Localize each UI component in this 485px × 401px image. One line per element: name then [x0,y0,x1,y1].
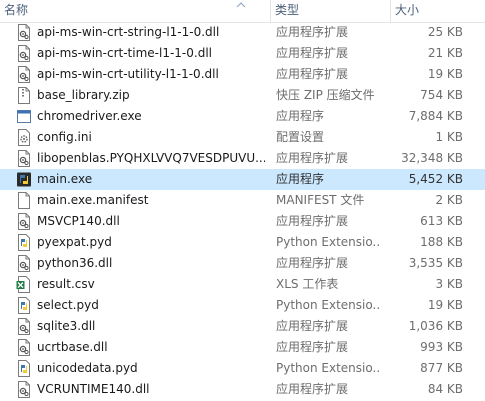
sort-ascending-icon [236,2,246,8]
file-name: base_library.zip [37,88,130,102]
file-name: VCRUNTIME140.dll [37,382,150,396]
file-type: 配置设置 [276,130,325,144]
dll-icon [16,381,32,398]
file-type: 应用程序扩展 [276,340,349,354]
file-row[interactable]: api-ms-win-crt-string-l1-1-0.dll 应用程序扩展 25… [0,22,485,43]
dll-icon [16,66,32,83]
python-exe-icon [16,171,32,188]
column-header-size-label: 大小 [395,3,420,17]
file-name: pyexpat.pyd [37,235,112,249]
file-size: 21 KB [427,46,463,60]
file-name: chromedriver.exe [37,109,142,123]
file-type: 应用程序扩展 [276,319,349,333]
file-row[interactable]: main.exe.manifest MANIFEST 文件 2 KB [0,190,485,211]
column-header-name-label: 名称 [4,3,29,17]
dll-icon [16,213,32,230]
file-size: 5,452 KB [408,172,463,186]
file-name: libopenblas.PYQHXLVVQ7VESDPUVU... [37,151,265,165]
column-header-name[interactable]: 名称 [0,0,270,22]
file-list: api-ms-win-crt-string-l1-1-0.dll 应用程序扩展 25… [0,22,485,400]
file-name: sqlite3.dll [37,319,96,333]
file-type: 应用程序扩展 [276,214,349,228]
file-name: api-ms-win-crt-time-l1-1-0.dll [37,46,212,60]
file-name: python36.dll [37,256,113,270]
file-type: 应用程序扩展 [276,67,349,81]
file-type: MANIFEST 文件 [276,193,365,207]
file-type: Python Extensio... [276,298,380,312]
dll-icon [16,24,32,41]
file-size: 84 KB [427,382,463,396]
file-row[interactable]: select.pyd Python Extensio... 19 KB [0,295,485,316]
file-size: 877 KB [420,361,463,375]
file-row[interactable]: ucrtbase.dll 应用程序扩展 993 KB [0,337,485,358]
file-type: 应用程序 [276,109,325,123]
dll-icon [16,318,32,335]
file-type: Python Extensio... [276,361,380,375]
file-row[interactable]: pyexpat.pyd Python Extensio... 188 KB [0,232,485,253]
zip-icon [16,87,32,104]
file-type: 应用程序扩展 [276,382,349,396]
file-type: XLS 工作表 [276,277,339,291]
file-name: MSVCP140.dll [37,214,120,228]
file-name: config.ini [37,130,92,144]
file-size: 19 KB [427,67,463,81]
column-header-bar: 名称 类型 大小 [0,0,485,23]
column-header-type-label: 类型 [275,3,300,17]
file-row[interactable]: chromedriver.exe 应用程序 7,884 KB [0,106,485,127]
file-size: 32,348 KB [401,151,463,165]
file-size: 1 KB [435,130,463,144]
file-type: 应用程序扩展 [276,256,349,270]
column-header-size[interactable]: 大小 [390,0,485,22]
dll-icon [16,255,32,272]
file-name: api-ms-win-crt-utility-l1-1-0.dll [37,67,219,81]
file-name: api-ms-win-crt-string-l1-1-0.dll [37,25,220,39]
dll-icon [16,45,32,62]
file-size: 1,036 KB [408,319,463,333]
column-header-type[interactable]: 类型 [270,0,390,22]
file-row[interactable]: libopenblas.PYQHXLVVQ7VESDPUVU... 应用程序扩展 3… [0,148,485,169]
exe-icon [16,108,32,125]
file-size: 19 KB [427,298,463,312]
file-row[interactable]: result.csv XLS 工作表 3 KB [0,274,485,295]
file-row[interactable]: main.exe 应用程序 5,452 KB [0,169,485,190]
ini-icon [16,129,32,146]
dll-icon [16,339,32,356]
file-row[interactable]: VCRUNTIME140.dll 应用程序扩展 84 KB [0,379,485,400]
file-icon [16,192,32,209]
file-name: select.pyd [37,298,99,312]
file-type: 快压 ZIP 压缩文件 [276,88,375,102]
file-size: 3 KB [435,277,463,291]
file-type: 应用程序扩展 [276,151,349,165]
file-size: 7,884 KB [408,109,463,123]
python-file-icon [16,360,32,377]
file-size: 754 KB [420,88,463,102]
file-size: 3,535 KB [408,256,463,270]
file-type: 应用程序 [276,172,325,186]
file-row[interactable]: sqlite3.dll 应用程序扩展 1,036 KB [0,316,485,337]
file-name: ucrtbase.dll [37,340,108,354]
file-name: main.exe.manifest [37,193,149,207]
file-row[interactable]: api-ms-win-crt-utility-l1-1-0.dll 应用程序扩展 1… [0,64,485,85]
file-name: result.csv [37,277,95,291]
file-size: 993 KB [420,340,463,354]
file-row[interactable]: base_library.zip 快压 ZIP 压缩文件 754 KB [0,85,485,106]
file-type: 应用程序扩展 [276,46,349,60]
file-type: Python Extensio... [276,235,380,249]
file-name: unicodedata.pyd [37,361,138,375]
file-type: 应用程序扩展 [276,25,349,39]
python-file-icon [16,297,32,314]
python-file-icon [16,234,32,251]
file-size: 25 KB [427,25,463,39]
file-size: 188 KB [420,235,463,249]
file-row[interactable]: python36.dll 应用程序扩展 3,535 KB [0,253,485,274]
file-size: 613 KB [420,214,463,228]
dll-icon [16,150,32,167]
file-row[interactable]: unicodedata.pyd Python Extensio... 877 KB [0,358,485,379]
file-size: 2 KB [435,193,463,207]
file-row[interactable]: api-ms-win-crt-time-l1-1-0.dll 应用程序扩展 21 K… [0,43,485,64]
file-name: main.exe [37,172,93,186]
csv-icon [16,276,32,293]
file-row[interactable]: config.ini 配置设置 1 KB [0,127,485,148]
file-row[interactable]: MSVCP140.dll 应用程序扩展 613 KB [0,211,485,232]
